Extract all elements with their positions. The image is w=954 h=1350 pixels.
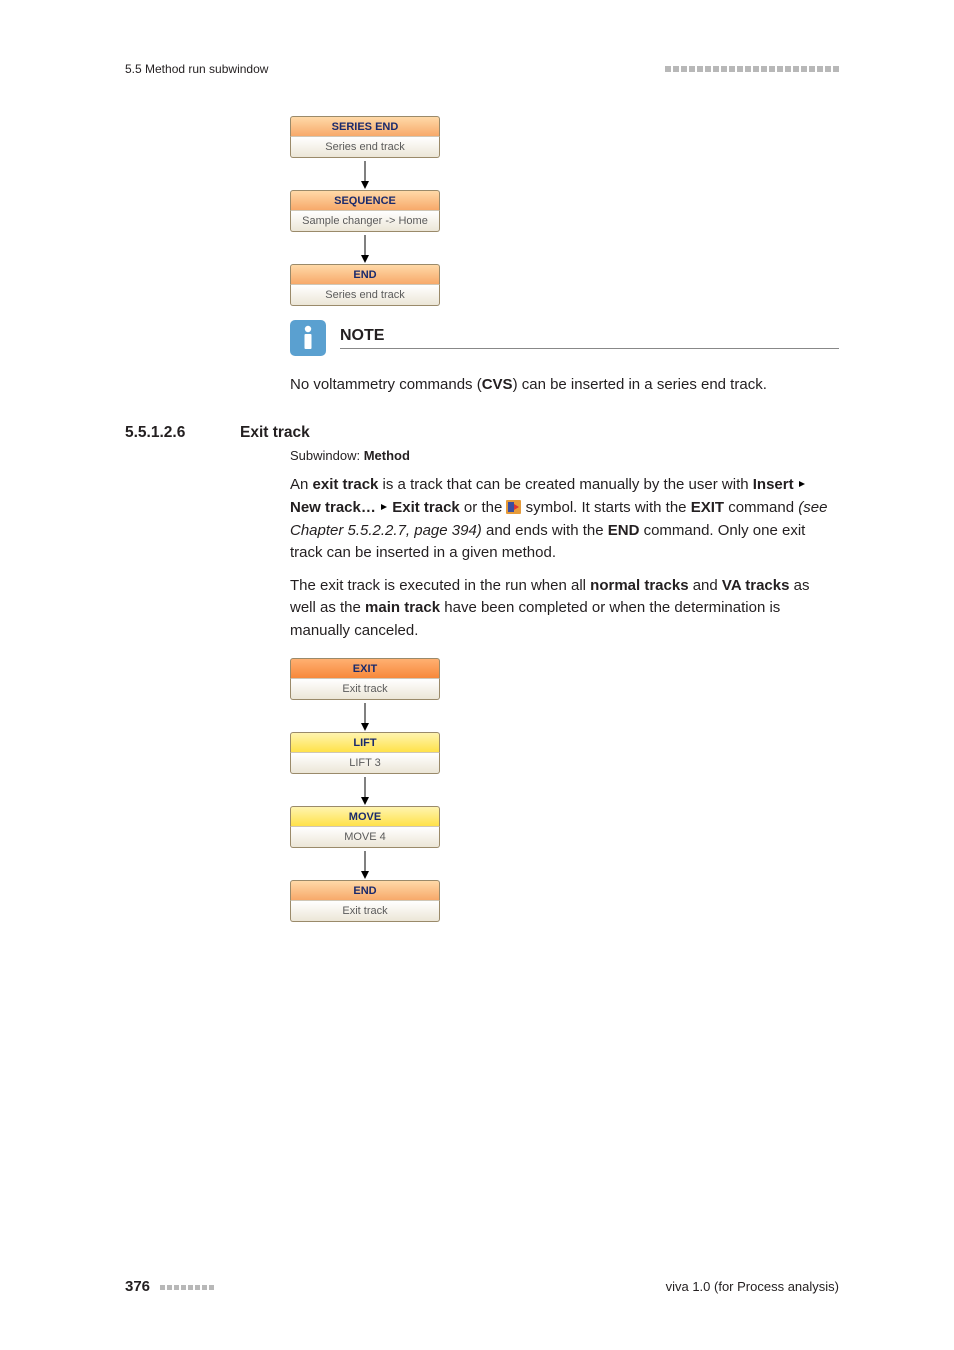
- flow-node-exit: EXIT Exit track: [290, 658, 440, 700]
- node-sub: Sample changer -> Home: [290, 210, 440, 232]
- exit-track-icon: [506, 499, 521, 513]
- section-number: 5.5.1.2.6: [125, 424, 240, 442]
- running-header: 5.5 Method run subwindow: [125, 62, 839, 76]
- node-head: END: [290, 264, 440, 284]
- node-sub: Exit track: [290, 900, 440, 922]
- exit-track-flow-diagram: EXIT Exit track LIFT LIFT 3 MOVE MOVE 4 …: [290, 658, 440, 922]
- page-number: 376: [125, 1278, 150, 1295]
- header-decorative-dots: [665, 66, 839, 72]
- note-title: NOTE: [340, 327, 839, 349]
- note-callout: NOTE No voltammetry commands (CVS) can b…: [290, 320, 839, 396]
- node-head: LIFT: [290, 732, 440, 752]
- arrow-down-icon: [290, 700, 440, 732]
- node-head: EXIT: [290, 658, 440, 678]
- paragraph-2: The exit track is executed in the run wh…: [290, 575, 839, 643]
- header-section-ref: 5.5 Method run subwindow: [125, 62, 268, 76]
- node-sub: Exit track: [290, 678, 440, 700]
- node-sub: Series end track: [290, 284, 440, 306]
- flow-node-series-end: SERIES END Series end track: [290, 116, 440, 158]
- arrow-down-icon: [290, 774, 440, 806]
- arrow-down-icon: [290, 232, 440, 264]
- node-head: SEQUENCE: [290, 190, 440, 210]
- node-sub: Series end track: [290, 136, 440, 158]
- section-title: Exit track: [240, 424, 839, 442]
- arrow-down-icon: [290, 158, 440, 190]
- node-head: END: [290, 880, 440, 900]
- series-end-flow-diagram: SERIES END Series end track SEQUENCE Sam…: [290, 116, 839, 396]
- menu-separator-icon: [380, 496, 388, 519]
- flow-node-end: END Series end track: [290, 264, 440, 306]
- footer-left: 376: [125, 1278, 214, 1295]
- paragraph-1: An exit track is a track that can be cre…: [290, 473, 839, 565]
- section-heading: 5.5.1.2.6 Exit track: [125, 424, 839, 442]
- flow-node-move: MOVE MOVE 4: [290, 806, 440, 848]
- flow-node-lift: LIFT LIFT 3: [290, 732, 440, 774]
- flow-node-end: END Exit track: [290, 880, 440, 922]
- node-head: MOVE: [290, 806, 440, 826]
- note-body: No voltammetry commands (CVS) can be ins…: [290, 374, 839, 396]
- node-sub: MOVE 4: [290, 826, 440, 848]
- footer-product: viva 1.0 (for Process analysis): [666, 1279, 839, 1294]
- node-head: SERIES END: [290, 116, 440, 136]
- menu-separator-icon: [798, 473, 806, 496]
- footer-decorative-dots: [160, 1285, 214, 1290]
- flow-node-sequence: SEQUENCE Sample changer -> Home: [290, 190, 440, 232]
- arrow-down-icon: [290, 848, 440, 880]
- node-sub: LIFT 3: [290, 752, 440, 774]
- subwindow-line: Subwindow: Method: [290, 448, 839, 463]
- info-icon: [290, 320, 326, 356]
- page-footer: 376 viva 1.0 (for Process analysis): [125, 1278, 839, 1295]
